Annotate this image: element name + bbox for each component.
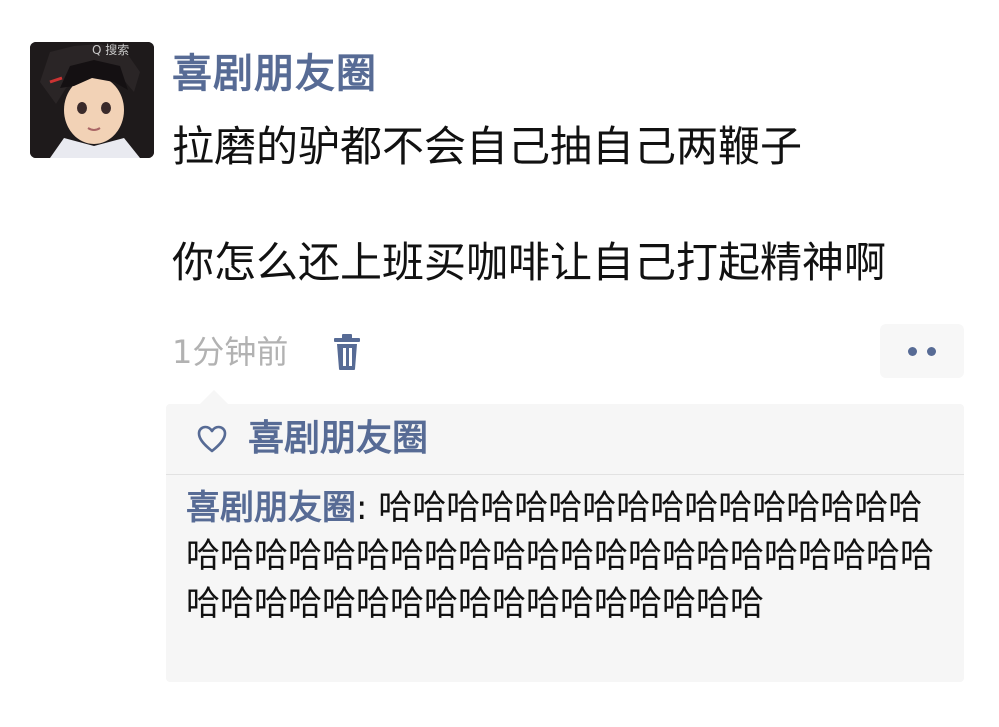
post-text-line-1: 拉磨的驴都不会自己抽自己两鞭子 (172, 122, 803, 171)
post-timestamp: 1分钟前 (172, 333, 289, 371)
liker-name[interactable]: 喜剧朋友圈 (248, 414, 428, 464)
comment-separator: : (356, 488, 379, 528)
likes-comments-panel: 喜剧朋友圈 喜剧朋友圈: 哈哈哈哈哈哈哈哈哈哈哈哈哈哈哈哈哈哈哈哈哈哈哈哈哈哈哈… (166, 390, 964, 682)
comment-item[interactable]: 喜剧朋友圈: 哈哈哈哈哈哈哈哈哈哈哈哈哈哈哈哈哈哈哈哈哈哈哈哈哈哈哈哈哈哈哈哈哈… (186, 484, 946, 628)
avatar-image (30, 42, 154, 158)
more-dots-icon (908, 347, 917, 356)
trash-icon[interactable] (330, 332, 364, 372)
comment-author[interactable]: 喜剧朋友圈 (186, 488, 356, 528)
heart-outline-icon (196, 424, 228, 454)
avatar[interactable]: Q 搜索 (30, 42, 154, 158)
more-actions-button[interactable] (880, 324, 964, 378)
more-dots-icon (927, 347, 936, 356)
post-text-line-2: 你怎么还上班买咖啡让自己打起精神啊 (172, 238, 887, 287)
avatar-caption: Q 搜索 (92, 43, 130, 57)
post-text: 拉磨的驴都不会自己抽自己两鞭子 你怎么还上班买咖啡让自己打起精神啊 (172, 118, 972, 292)
likes-row: 喜剧朋友圈 (166, 404, 964, 475)
post-author-name[interactable]: 喜剧朋友圈 (172, 48, 377, 100)
